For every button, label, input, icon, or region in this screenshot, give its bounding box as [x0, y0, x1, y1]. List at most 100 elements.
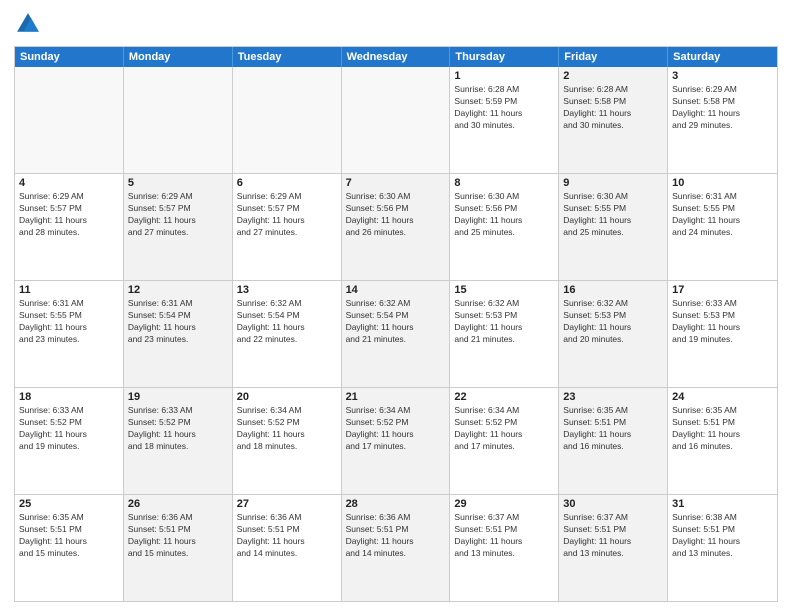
day-info: Sunrise: 6:35 AM Sunset: 5:51 PM Dayligh…	[672, 405, 773, 453]
calendar-cell: 23 Sunrise: 6:35 AM Sunset: 5:51 PM Dayli…	[559, 388, 668, 494]
day-number: 1	[454, 70, 554, 82]
calendar-cell	[15, 67, 124, 173]
day-number: 31	[672, 498, 773, 510]
day-number: 21	[346, 391, 446, 403]
day-info: Sunrise: 6:36 AM Sunset: 5:51 PM Dayligh…	[128, 512, 228, 560]
day-info: Sunrise: 6:36 AM Sunset: 5:51 PM Dayligh…	[237, 512, 337, 560]
calendar-row-3: 11Sunrise: 6:31 AM Sunset: 5:55 PM Dayli…	[15, 281, 777, 388]
calendar-cell: 9 Sunrise: 6:30 AM Sunset: 5:55 PM Daylig…	[559, 174, 668, 280]
day-info: Sunrise: 6:33 AM Sunset: 5:52 PM Dayligh…	[19, 405, 119, 453]
day-number: 6	[237, 177, 337, 189]
day-number: 4	[19, 177, 119, 189]
calendar-row-2: 4 Sunrise: 6:29 AM Sunset: 5:57 PM Daylig…	[15, 174, 777, 281]
calendar-cell: 24 Sunrise: 6:35 AM Sunset: 5:51 PM Dayli…	[668, 388, 777, 494]
header	[14, 10, 778, 38]
calendar-cell: 16Sunrise: 6:32 AM Sunset: 5:53 PM Dayli…	[559, 281, 668, 387]
day-header-wednesday: Wednesday	[342, 47, 451, 67]
day-number: 9	[563, 177, 663, 189]
day-number: 18	[19, 391, 119, 403]
calendar-cell: 13Sunrise: 6:32 AM Sunset: 5:54 PM Dayli…	[233, 281, 342, 387]
day-number: 10	[672, 177, 773, 189]
day-number: 5	[128, 177, 228, 189]
calendar: SundayMondayTuesdayWednesdayThursdayFrid…	[14, 46, 778, 602]
calendar-cell: 1Sunrise: 6:28 AM Sunset: 5:59 PM Daylig…	[450, 67, 559, 173]
calendar-cell	[342, 67, 451, 173]
calendar-cell: 12Sunrise: 6:31 AM Sunset: 5:54 PM Dayli…	[124, 281, 233, 387]
calendar-cell: 26 Sunrise: 6:36 AM Sunset: 5:51 PM Dayli…	[124, 495, 233, 601]
calendar-cell: 28Sunrise: 6:36 AM Sunset: 5:51 PM Dayli…	[342, 495, 451, 601]
logo-icon	[14, 10, 42, 38]
day-header-tuesday: Tuesday	[233, 47, 342, 67]
day-number: 14	[346, 284, 446, 296]
day-number: 8	[454, 177, 554, 189]
day-info: Sunrise: 6:30 AM Sunset: 5:55 PM Dayligh…	[563, 191, 663, 239]
day-info: Sunrise: 6:31 AM Sunset: 5:55 PM Dayligh…	[19, 298, 119, 346]
day-number: 28	[346, 498, 446, 510]
calendar-cell: 25 Sunrise: 6:35 AM Sunset: 5:51 PM Dayli…	[15, 495, 124, 601]
calendar-cell: 5 Sunrise: 6:29 AM Sunset: 5:57 PM Daylig…	[124, 174, 233, 280]
day-header-sunday: Sunday	[15, 47, 124, 67]
day-info: Sunrise: 6:29 AM Sunset: 5:57 PM Dayligh…	[237, 191, 337, 239]
calendar-cell: 31 Sunrise: 6:38 AM Sunset: 5:51 PM Dayli…	[668, 495, 777, 601]
day-number: 29	[454, 498, 554, 510]
day-info: Sunrise: 6:37 AM Sunset: 5:51 PM Dayligh…	[563, 512, 663, 560]
calendar-cell: 2Sunrise: 6:28 AM Sunset: 5:58 PM Daylig…	[559, 67, 668, 173]
day-number: 23	[563, 391, 663, 403]
calendar-cell: 10 Sunrise: 6:31 AM Sunset: 5:55 PM Dayli…	[668, 174, 777, 280]
calendar-cell	[124, 67, 233, 173]
day-info: Sunrise: 6:33 AM Sunset: 5:53 PM Dayligh…	[672, 298, 773, 346]
calendar-row-4: 18 Sunrise: 6:33 AM Sunset: 5:52 PM Dayli…	[15, 388, 777, 495]
calendar-cell: 20 Sunrise: 6:34 AM Sunset: 5:52 PM Dayli…	[233, 388, 342, 494]
day-info: Sunrise: 6:31 AM Sunset: 5:55 PM Dayligh…	[672, 191, 773, 239]
day-number: 15	[454, 284, 554, 296]
calendar-cell: 27 Sunrise: 6:36 AM Sunset: 5:51 PM Dayli…	[233, 495, 342, 601]
day-number: 22	[454, 391, 554, 403]
day-info: Sunrise: 6:33 AM Sunset: 5:52 PM Dayligh…	[128, 405, 228, 453]
calendar-row-5: 25 Sunrise: 6:35 AM Sunset: 5:51 PM Dayli…	[15, 495, 777, 601]
day-header-friday: Friday	[559, 47, 668, 67]
calendar-cell: 15Sunrise: 6:32 AM Sunset: 5:53 PM Dayli…	[450, 281, 559, 387]
day-info: Sunrise: 6:32 AM Sunset: 5:54 PM Dayligh…	[346, 298, 446, 346]
day-number: 20	[237, 391, 337, 403]
calendar-cell: 19 Sunrise: 6:33 AM Sunset: 5:52 PM Dayli…	[124, 388, 233, 494]
calendar-cell: 8 Sunrise: 6:30 AM Sunset: 5:56 PM Daylig…	[450, 174, 559, 280]
calendar-cell: 14 Sunrise: 6:32 AM Sunset: 5:54 PM Dayli…	[342, 281, 451, 387]
day-number: 24	[672, 391, 773, 403]
day-header-saturday: Saturday	[668, 47, 777, 67]
page: SundayMondayTuesdayWednesdayThursdayFrid…	[0, 0, 792, 612]
calendar-cell: 29Sunrise: 6:37 AM Sunset: 5:51 PM Dayli…	[450, 495, 559, 601]
calendar-cell: 22 Sunrise: 6:34 AM Sunset: 5:52 PM Dayli…	[450, 388, 559, 494]
logo	[14, 10, 46, 38]
day-number: 13	[237, 284, 337, 296]
calendar-cell: 3Sunrise: 6:29 AM Sunset: 5:58 PM Daylig…	[668, 67, 777, 173]
day-info: Sunrise: 6:35 AM Sunset: 5:51 PM Dayligh…	[19, 512, 119, 560]
day-number: 3	[672, 70, 773, 82]
day-info: Sunrise: 6:38 AM Sunset: 5:51 PM Dayligh…	[672, 512, 773, 560]
day-info: Sunrise: 6:32 AM Sunset: 5:53 PM Dayligh…	[563, 298, 663, 346]
calendar-cell	[233, 67, 342, 173]
day-number: 17	[672, 284, 773, 296]
calendar-cell: 7 Sunrise: 6:30 AM Sunset: 5:56 PM Daylig…	[342, 174, 451, 280]
calendar-row-1: 1Sunrise: 6:28 AM Sunset: 5:59 PM Daylig…	[15, 67, 777, 174]
day-info: Sunrise: 6:34 AM Sunset: 5:52 PM Dayligh…	[346, 405, 446, 453]
calendar-cell: 18 Sunrise: 6:33 AM Sunset: 5:52 PM Dayli…	[15, 388, 124, 494]
day-info: Sunrise: 6:35 AM Sunset: 5:51 PM Dayligh…	[563, 405, 663, 453]
day-info: Sunrise: 6:29 AM Sunset: 5:57 PM Dayligh…	[19, 191, 119, 239]
day-info: Sunrise: 6:30 AM Sunset: 5:56 PM Dayligh…	[346, 191, 446, 239]
day-header-monday: Monday	[124, 47, 233, 67]
calendar-cell: 11Sunrise: 6:31 AM Sunset: 5:55 PM Dayli…	[15, 281, 124, 387]
day-info: Sunrise: 6:29 AM Sunset: 5:57 PM Dayligh…	[128, 191, 228, 239]
calendar-cell: 17 Sunrise: 6:33 AM Sunset: 5:53 PM Dayli…	[668, 281, 777, 387]
day-info: Sunrise: 6:34 AM Sunset: 5:52 PM Dayligh…	[237, 405, 337, 453]
day-number: 30	[563, 498, 663, 510]
day-number: 27	[237, 498, 337, 510]
day-info: Sunrise: 6:30 AM Sunset: 5:56 PM Dayligh…	[454, 191, 554, 239]
day-info: Sunrise: 6:34 AM Sunset: 5:52 PM Dayligh…	[454, 405, 554, 453]
day-number: 19	[128, 391, 228, 403]
calendar-header: SundayMondayTuesdayWednesdayThursdayFrid…	[15, 47, 777, 67]
day-number: 26	[128, 498, 228, 510]
calendar-body: 1Sunrise: 6:28 AM Sunset: 5:59 PM Daylig…	[15, 67, 777, 601]
day-number: 25	[19, 498, 119, 510]
calendar-cell: 4 Sunrise: 6:29 AM Sunset: 5:57 PM Daylig…	[15, 174, 124, 280]
day-number: 7	[346, 177, 446, 189]
